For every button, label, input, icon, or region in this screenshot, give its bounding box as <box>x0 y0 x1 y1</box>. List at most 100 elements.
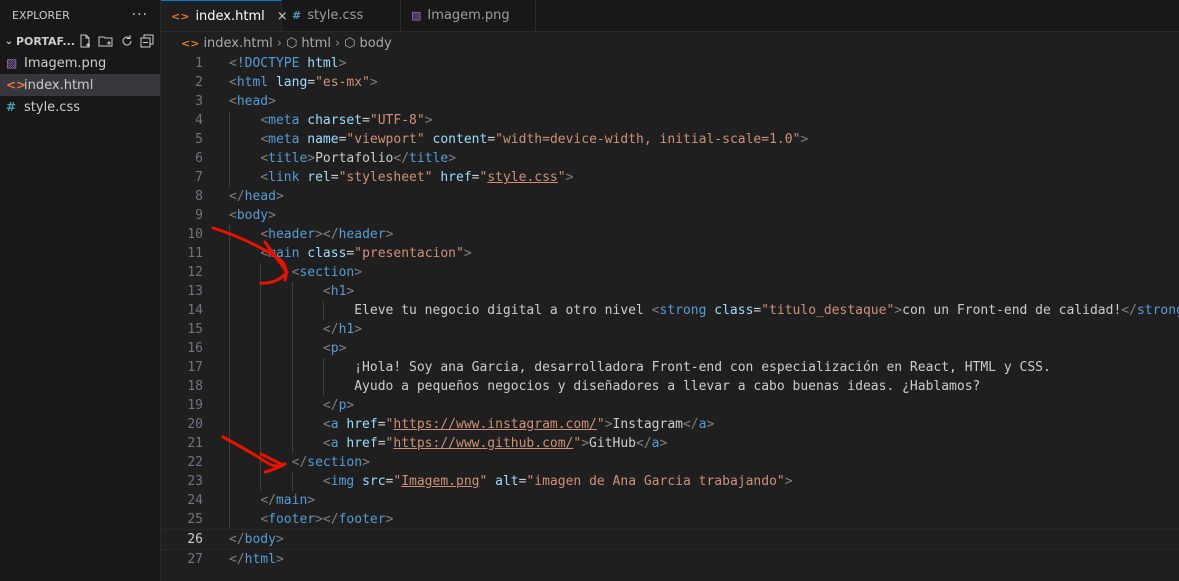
code-line: 4 <meta charset="UTF-8"> <box>161 111 1179 130</box>
line-number: 14 <box>187 303 203 318</box>
file-item[interactable]: ▨ Imagem.png <box>0 52 160 74</box>
code-line: 18 Ayudo a pequeños negocios y diseñador… <box>161 377 1179 396</box>
tab-style-css[interactable]: # style.css <box>282 0 401 31</box>
code-token: = <box>307 75 316 90</box>
code-token: </ <box>393 151 410 166</box>
code-token: > <box>604 417 613 432</box>
code-token: main <box>275 493 308 508</box>
code-text: </main> <box>229 491 315 510</box>
code-token: ></ <box>315 512 339 527</box>
collapse-all-icon[interactable] <box>140 34 154 48</box>
code-token: " <box>557 170 566 185</box>
code-line: 27 </html> <box>161 550 1179 569</box>
breadcrumb-item[interactable]: index.html <box>203 36 272 51</box>
code-token: </ <box>1121 303 1137 318</box>
code-text: Eleve tu negocio digital a otro nivel <s… <box>229 301 1179 320</box>
symbol-icon: ⬡ <box>285 35 298 51</box>
explorer-header: EXPLORER ··· <box>0 0 160 30</box>
new-file-icon[interactable] <box>78 34 92 48</box>
code-text: <!DOCTYPE html> <box>229 54 346 73</box>
code-token: </ <box>291 455 308 470</box>
code-token: < <box>260 170 269 185</box>
new-folder-icon[interactable] <box>98 34 114 48</box>
code-token: !DOCTYPE <box>236 56 300 71</box>
line-number: 11 <box>187 246 203 261</box>
code-token: title <box>409 151 449 166</box>
code-line: 1 <!DOCTYPE html> <box>161 54 1179 73</box>
code-token: > <box>354 265 363 280</box>
file-name: index.html <box>24 77 94 93</box>
code-token: = <box>330 170 339 185</box>
line-number: 2 <box>195 75 203 90</box>
more-actions-icon[interactable]: ··· <box>132 7 148 23</box>
code-token: h1 <box>330 284 347 299</box>
code-token: a <box>330 436 339 451</box>
code-text: </section> <box>229 453 370 472</box>
code-token: = <box>377 436 386 451</box>
code-token: < <box>322 474 331 489</box>
tab-bar: <> index.html × # style.css ▨ Imagem.png <box>161 0 1179 32</box>
code-line: 22 </section> <box>161 453 1179 472</box>
line-number: 9 <box>195 208 203 223</box>
code-token: > <box>268 208 276 223</box>
chevron-down-icon[interactable]: ⌄ <box>2 36 16 47</box>
code-token: </ <box>229 552 245 567</box>
code-token: > <box>385 227 394 242</box>
code-token: > <box>354 322 363 337</box>
refresh-icon[interactable] <box>120 34 134 48</box>
file-item[interactable]: <> index.html <box>0 74 160 96</box>
breadcrumb-item[interactable]: body <box>360 36 392 51</box>
code-token: style.css <box>487 170 558 185</box>
code-text: <head> <box>229 92 276 111</box>
code-token: > <box>894 303 903 318</box>
breadcrumb-item[interactable]: html <box>301 36 331 51</box>
html-icon: <> <box>181 36 200 50</box>
file-list: ▨ Imagem.png <> index.html # style.css <box>0 52 160 118</box>
code-token: "stylesheet" <box>338 170 433 185</box>
code-line: 6 <title>Portafolio</title> <box>161 149 1179 168</box>
line-number: 26 <box>187 532 203 547</box>
code-token: > <box>268 94 276 109</box>
code-line: 11 <main class="presentacion"> <box>161 244 1179 263</box>
line-number: 22 <box>187 455 203 470</box>
code-text: <meta name="viewport" content="width=dev… <box>229 130 808 149</box>
tab-imagem-png[interactable]: ▨ Imagem.png <box>401 0 536 31</box>
line-number: 10 <box>187 227 203 242</box>
code-editor[interactable]: 1 <!DOCTYPE html> 2 <html lang="es-mx"> 3 <he… <box>161 54 1179 581</box>
code-token: < <box>260 151 269 166</box>
code-token: html <box>307 56 339 71</box>
code-line: 10 <header></header> <box>161 225 1179 244</box>
code-line: 19 </p> <box>161 396 1179 415</box>
code-token: https://www.github.com/ <box>393 436 574 451</box>
code-token: "titulo_destaque" <box>761 303 895 318</box>
code-line: 3 <head> <box>161 92 1179 111</box>
code-token: = <box>377 417 386 432</box>
line-number: 15 <box>187 322 203 337</box>
line-number: 27 <box>187 552 203 567</box>
code-token: meta <box>268 132 300 147</box>
code-token: header <box>338 227 386 242</box>
code-token: head <box>236 94 269 109</box>
code-token: > <box>424 113 433 128</box>
code-token: > <box>800 132 809 147</box>
folder-portafolio[interactable]: ⌄ PORTAF... <box>0 30 160 52</box>
code-token: name <box>307 132 339 147</box>
file-item[interactable]: # style.css <box>0 96 160 118</box>
tab-index-html[interactable]: <> index.html × <box>161 0 288 31</box>
code-token: href <box>346 417 378 432</box>
code-token: src <box>362 474 386 489</box>
code-token: < <box>260 512 269 527</box>
code-line: 5 <meta name="viewport" content="width=d… <box>161 130 1179 149</box>
code-line: 26 </body> <box>161 529 1179 550</box>
code-token: ></ <box>315 227 339 242</box>
code-line: 15 </h1> <box>161 320 1179 339</box>
